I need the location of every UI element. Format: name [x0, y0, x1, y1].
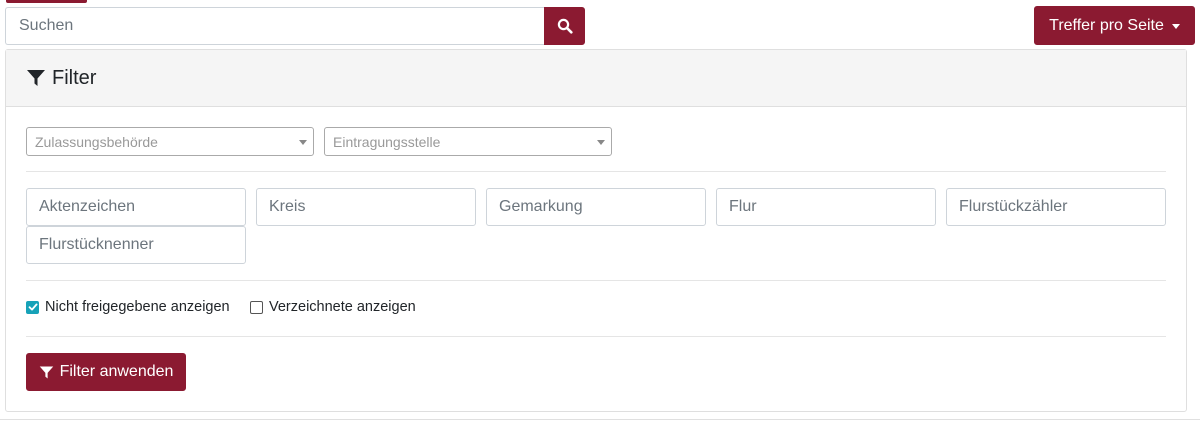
flurstueckzaehler-field[interactable] — [946, 188, 1166, 226]
search-icon — [557, 18, 573, 34]
aktenzeichen-field[interactable] — [26, 188, 246, 226]
page-divider — [0, 419, 1200, 420]
dropdown-arrow-icon — [597, 140, 605, 145]
checkbox-checked-icon[interactable] — [26, 300, 39, 314]
show-unreleased-label: Nicht freigegebene anzeigen — [45, 299, 230, 315]
divider — [26, 336, 1166, 337]
gemarkung-field[interactable] — [486, 188, 706, 226]
search-input[interactable] — [5, 7, 544, 45]
search-button[interactable] — [544, 7, 585, 45]
results-per-page-label: Treffer pro Seite — [1049, 16, 1164, 34]
show-listed-checkbox[interactable]: Verzeichnete anzeigen — [250, 299, 416, 315]
caret-down-icon — [1171, 23, 1180, 29]
kreis-field[interactable] — [256, 188, 476, 226]
results-per-page-dropdown[interactable]: Treffer pro Seite — [1034, 6, 1195, 45]
apply-filter-button[interactable]: Filter anwenden — [26, 353, 186, 391]
eintragungsstelle-select[interactable]: Eintragungsstelle — [324, 127, 612, 156]
filter-panel: Filter Zulassungsbehörde Eintragungsstel… — [5, 49, 1187, 412]
divider — [26, 171, 1166, 172]
apply-filter-label: Filter anwenden — [59, 363, 174, 380]
zulassungsbehoerde-select[interactable]: Zulassungsbehörde — [26, 127, 314, 156]
zulassungsbehoerde-placeholder: Zulassungsbehörde — [35, 133, 158, 150]
checkbox-unchecked-icon[interactable] — [250, 300, 263, 314]
flurstuecknenner-field[interactable] — [26, 226, 246, 264]
filter-header: Filter — [6, 50, 1186, 107]
filter-icon — [39, 366, 53, 378]
show-listed-label: Verzeichnete anzeigen — [269, 299, 416, 315]
filter-title: Filter — [52, 66, 97, 89]
dropdown-arrow-icon — [299, 140, 307, 145]
divider — [26, 280, 1166, 281]
flur-field[interactable] — [716, 188, 936, 226]
top-tab-indicator — [6, 0, 87, 3]
search-bar — [5, 7, 585, 45]
show-unreleased-checkbox[interactable]: Nicht freigegebene anzeigen — [26, 299, 230, 315]
eintragungsstelle-placeholder: Eintragungsstelle — [333, 133, 441, 150]
filter-icon — [27, 70, 45, 86]
